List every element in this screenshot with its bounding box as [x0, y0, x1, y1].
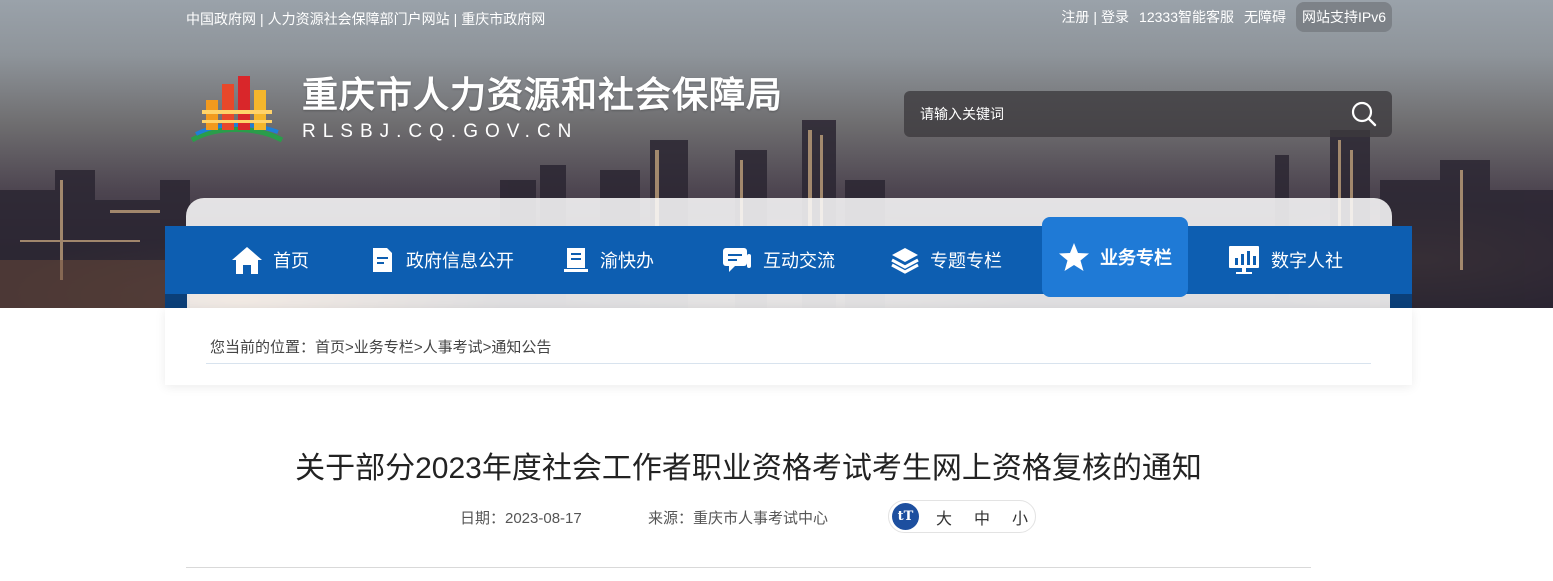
search-bar: [904, 91, 1392, 137]
home-icon: [232, 247, 262, 274]
top-link-mohrss[interactable]: 人力资源社会保障部门户网站: [268, 11, 450, 27]
font-size-medium[interactable]: 中: [969, 505, 995, 529]
chat-icon: [723, 248, 751, 272]
nav-item-yukuaiban[interactable]: 渝快办: [562, 226, 654, 294]
top-link-cq-gov[interactable]: 重庆市政府网: [461, 11, 545, 27]
nav-item-label: 政府信息公开: [406, 251, 514, 271]
breadcrumb-notices[interactable]: 通知公告: [491, 339, 551, 356]
monitor-chart-icon: [1229, 246, 1259, 274]
site-name: 重庆市人力资源和社会保障局: [302, 74, 784, 115]
nav-fold-left: [165, 294, 187, 308]
breadcrumb-panel: 您当前的位置：首页>业务专栏>人事考试>通知公告: [165, 308, 1412, 385]
top-link-gov[interactable]: 中国政府网: [186, 11, 256, 27]
login-link[interactable]: 登录: [1101, 7, 1129, 27]
font-size-large[interactable]: 大: [931, 505, 957, 529]
top-link-separator: |: [453, 11, 458, 27]
nav-item-home[interactable]: 首页: [231, 226, 309, 294]
nav-item-label: 渝快办: [600, 251, 654, 271]
breadcrumb-home[interactable]: 首页: [315, 339, 345, 356]
register-link[interactable]: 注册: [1061, 7, 1089, 27]
article-source: 来源：重庆市人事考试中心: [648, 510, 829, 527]
nav-item-special-topics[interactable]: 专题专栏: [890, 226, 1002, 294]
font-size-icon: tT: [892, 503, 919, 530]
search-icon[interactable]: [1350, 100, 1378, 128]
ipv6-badge: 网站支持IPv6: [1295, 2, 1392, 32]
site-logo[interactable]: 重庆市人力资源和社会保障局 RLSBJ.CQ.GOV.CN: [186, 70, 783, 148]
article-header-divider: [186, 567, 1311, 568]
breadcrumb-separator: >: [413, 339, 423, 356]
breadcrumb-prefix: 您当前的位置：: [210, 339, 316, 356]
nav-item-label: 首页: [273, 251, 309, 271]
nav-item-business[interactable]: 业务专栏: [1042, 217, 1188, 297]
breadcrumb-personnel-exam[interactable]: 人事考试: [423, 339, 483, 356]
nav-item-label: 数字人社: [1271, 251, 1343, 271]
nav-item-digital-hrss[interactable]: 数字人社: [1227, 226, 1343, 294]
site-domain: RLSBJ.CQ.GOV.CN: [302, 121, 579, 142]
top-right-links: 注册 | 登录 12333智能客服 无障碍 网站支持IPv6: [1061, 2, 1392, 32]
nav-item-label: 专题专栏: [930, 251, 1002, 271]
layers-icon: [891, 248, 919, 274]
notebook-icon: [564, 248, 588, 272]
accessibility-link[interactable]: 无障碍: [1244, 7, 1286, 27]
star-icon: [1059, 243, 1089, 271]
breadcrumb-business[interactable]: 业务专栏: [354, 339, 414, 356]
breadcrumb-separator: >: [345, 339, 354, 356]
nav-item-gov-info[interactable]: 政府信息公开: [368, 226, 514, 294]
nav-item-interaction[interactable]: 互动交流: [721, 226, 835, 294]
top-link-separator: |: [260, 11, 264, 27]
nav-item-label: 业务专栏: [1100, 248, 1172, 268]
article-date: 日期：2023-08-17: [460, 510, 582, 527]
font-size-control: tT 大 中 小: [888, 500, 1036, 533]
chongqing-hrss-logo-icon: [190, 76, 284, 143]
article-title: 关于部分2023年度社会工作者职业资格考试考生网上资格复核的通知: [295, 452, 1202, 485]
font-size-small[interactable]: 小: [1007, 505, 1033, 529]
top-right-separator: |: [1093, 9, 1098, 25]
nav-item-label: 互动交流: [763, 251, 835, 271]
search-input[interactable]: [920, 106, 1300, 122]
document-icon: [373, 248, 392, 272]
nav-fold-right: [1390, 294, 1412, 308]
top-links: 中国政府网 | 人力资源社会保障部门户网站 | 重庆市政府网: [186, 9, 545, 29]
breadcrumb: 您当前的位置：首页>业务专栏>人事考试>通知公告: [210, 336, 551, 357]
smart-service-link[interactable]: 12333智能客服: [1139, 7, 1234, 27]
main-nav: 首页 政府信息公开 渝快办 互动交流 专题专栏 业务专栏 数字人社: [165, 217, 1412, 297]
breadcrumb-divider: [206, 363, 1371, 364]
